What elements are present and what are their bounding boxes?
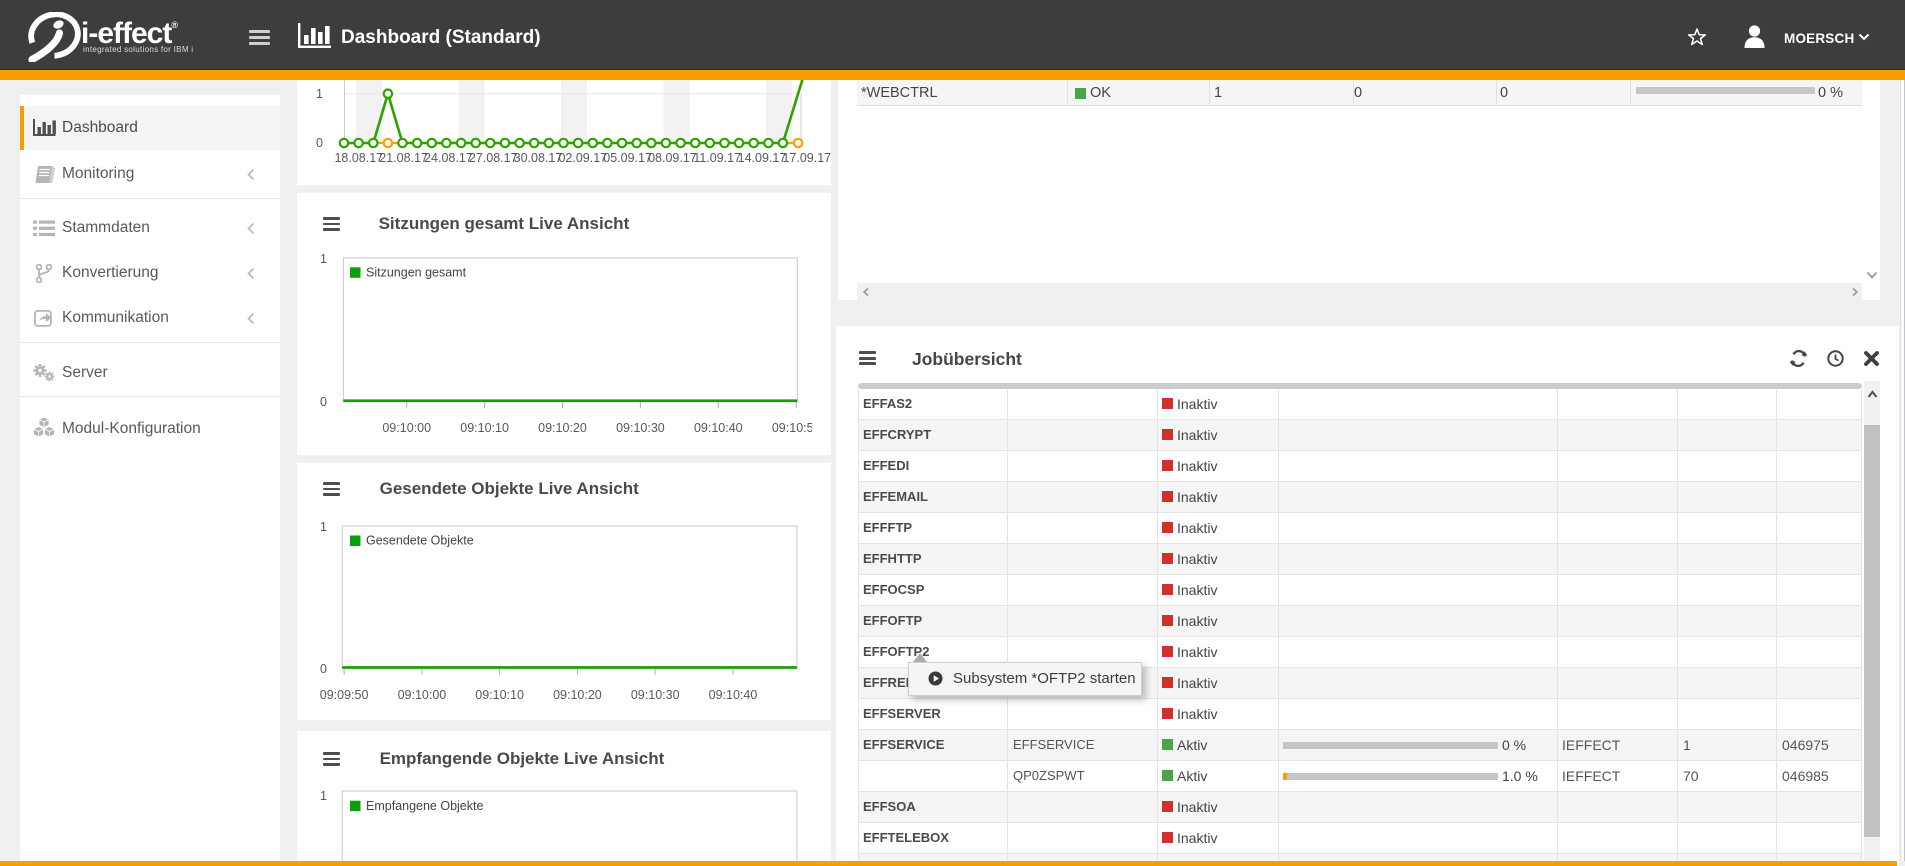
svg-text:09:10:30: 09:10:30	[616, 421, 665, 435]
svg-text:09:10:50: 09:10:50	[772, 421, 812, 435]
svg-text:Gesendete Objekte: Gesendete Objekte	[366, 534, 474, 548]
svg-text:08.09.17: 08.09.17	[648, 151, 697, 165]
svg-text:09:10:00: 09:10:00	[398, 688, 447, 702]
svg-text:11.09.17: 11.09.17	[693, 151, 741, 165]
svg-text:24.08.17: 24.08.17	[424, 151, 473, 165]
svg-text:1: 1	[320, 252, 327, 266]
svg-text:05.09.17: 05.09.17	[603, 151, 652, 165]
svg-text:18.08.17: 18.08.17	[334, 151, 383, 165]
svg-text:1: 1	[320, 520, 327, 534]
svg-text:30.08.17: 30.08.17	[514, 151, 563, 165]
svg-text:21.08.17: 21.08.17	[379, 151, 428, 165]
svg-text:0: 0	[320, 662, 327, 676]
svg-text:1: 1	[316, 87, 323, 101]
svg-text:09:10:30: 09:10:30	[631, 688, 680, 702]
svg-text:09:10:10: 09:10:10	[475, 688, 524, 702]
svg-text:1: 1	[320, 789, 327, 803]
svg-text:09:10:20: 09:10:20	[553, 688, 602, 702]
svg-text:Empfangene Objekte: Empfangene Objekte	[366, 799, 483, 813]
svg-text:17.09.17: 17.09.17	[782, 151, 831, 165]
svg-text:09:10:00: 09:10:00	[382, 421, 431, 435]
svg-text:Sitzungen gesamt: Sitzungen gesamt	[366, 266, 467, 280]
svg-text:09:09:50: 09:09:50	[320, 688, 369, 702]
svg-text:27.08.17: 27.08.17	[469, 151, 518, 165]
svg-text:09:10:40: 09:10:40	[694, 421, 743, 435]
svg-text:09:10:20: 09:10:20	[538, 421, 587, 435]
svg-text:09:10:40: 09:10:40	[709, 688, 758, 702]
svg-text:02.09.17: 02.09.17	[558, 151, 607, 165]
svg-text:14.09.17: 14.09.17	[738, 151, 787, 165]
svg-text:0: 0	[320, 395, 327, 409]
svg-text:09:10:10: 09:10:10	[460, 421, 509, 435]
svg-text:0: 0	[316, 136, 323, 150]
